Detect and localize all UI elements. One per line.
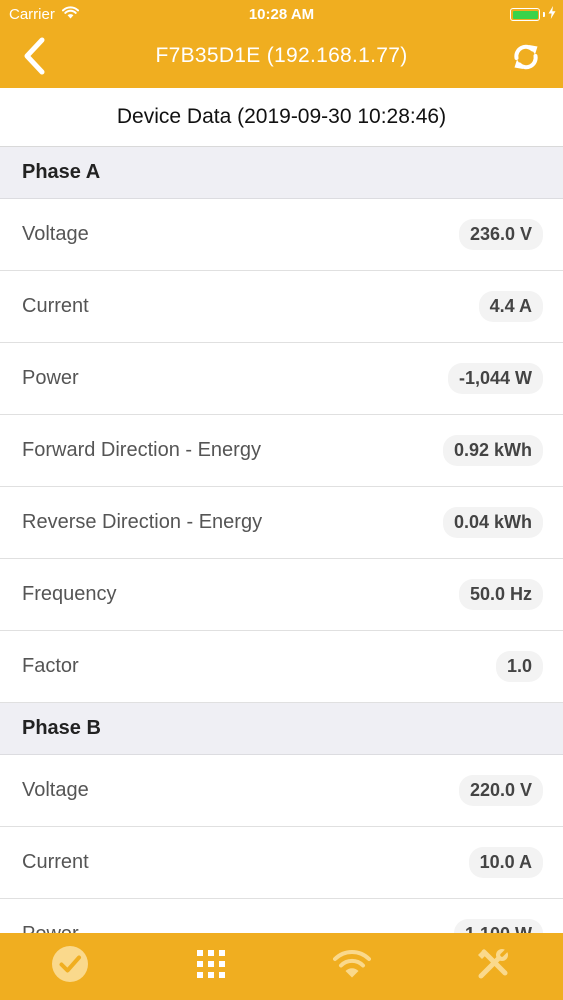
battery-level — [512, 10, 538, 19]
row-label: Factor — [22, 655, 79, 677]
navigation-bar: F7B35D1E (192.168.1.77) — [0, 30, 563, 88]
device-data-screen: Carrier 10:28 AM F7B35D1E (192.168.1.77)… — [0, 0, 563, 1000]
battery-indicator — [510, 6, 556, 23]
row-value: 1,100 W — [453, 919, 543, 933]
data-row-phase-b-power: Power 1,100 W — [0, 899, 563, 933]
tab-settings[interactable] — [422, 933, 563, 1000]
row-value: 220.0 V — [458, 775, 543, 806]
group-header-phase-a: Phase A — [0, 147, 563, 199]
row-value: 0.04 kWh — [442, 507, 543, 538]
data-row-phase-b-current: Current 10.0 A — [0, 827, 563, 899]
battery-icon — [510, 8, 540, 21]
status-time: 10:28 AM — [248, 6, 315, 23]
row-label: Current — [22, 295, 89, 317]
tab-bar — [0, 933, 563, 1000]
tab-device-data[interactable] — [0, 933, 141, 1000]
row-value: 4.4 A — [478, 291, 543, 322]
row-value: -1,044 W — [447, 363, 543, 394]
device-data-list[interactable]: Phase A Voltage 236.0 V Current 4.4 A Po… — [0, 147, 563, 933]
row-label: Power — [22, 367, 79, 389]
row-value: 10.0 A — [468, 847, 543, 878]
data-row-phase-a-factor: Factor 1.0 — [0, 631, 563, 703]
data-row-phase-a-forward-energy: Forward Direction - Energy 0.92 kWh — [0, 415, 563, 487]
data-row-phase-a-current: Current 4.4 A — [0, 271, 563, 343]
data-row-phase-b-voltage: Voltage 220.0 V — [0, 755, 563, 827]
grid-icon — [196, 949, 226, 984]
battery-tip — [543, 12, 545, 17]
tab-dashboard[interactable] — [141, 933, 282, 1000]
row-value: 1.0 — [495, 651, 543, 682]
data-row-phase-a-reverse-energy: Reverse Direction - Energy 0.04 kWh — [0, 487, 563, 559]
row-label: Forward Direction - Energy — [22, 439, 261, 461]
row-label: Voltage — [22, 223, 89, 245]
data-row-phase-a-frequency: Frequency 50.0 Hz — [0, 559, 563, 631]
page-title: F7B35D1E (192.168.1.77) — [155, 44, 408, 67]
checkmark-circle-icon — [51, 945, 89, 988]
top-bar: Carrier 10:28 AM F7B35D1E (192.168.1.77) — [0, 0, 563, 88]
row-label: Voltage — [22, 779, 89, 801]
status-bar: Carrier 10:28 AM — [0, 0, 563, 30]
tools-icon — [475, 946, 511, 987]
back-button[interactable] — [12, 37, 56, 80]
tab-network[interactable] — [282, 933, 423, 1000]
row-value: 0.92 kWh — [442, 435, 543, 466]
row-label: Frequency — [22, 583, 117, 605]
data-row-phase-a-voltage: Voltage 236.0 V — [0, 199, 563, 271]
charging-bolt-icon — [548, 6, 556, 23]
row-value: 50.0 Hz — [458, 579, 543, 610]
group-header-phase-b: Phase B — [0, 703, 563, 755]
row-value: 236.0 V — [458, 219, 543, 250]
chevron-left-icon — [23, 37, 45, 80]
refresh-button[interactable] — [505, 38, 547, 80]
row-label: Power — [22, 923, 79, 933]
refresh-icon — [510, 41, 542, 78]
data-row-phase-a-power: Power -1,044 W — [0, 343, 563, 415]
wifi-icon — [332, 949, 371, 984]
row-label: Current — [22, 851, 89, 873]
device-data-title: Device Data (2019-09-30 10:28:46) — [0, 88, 563, 147]
row-label: Reverse Direction - Energy — [22, 511, 263, 533]
